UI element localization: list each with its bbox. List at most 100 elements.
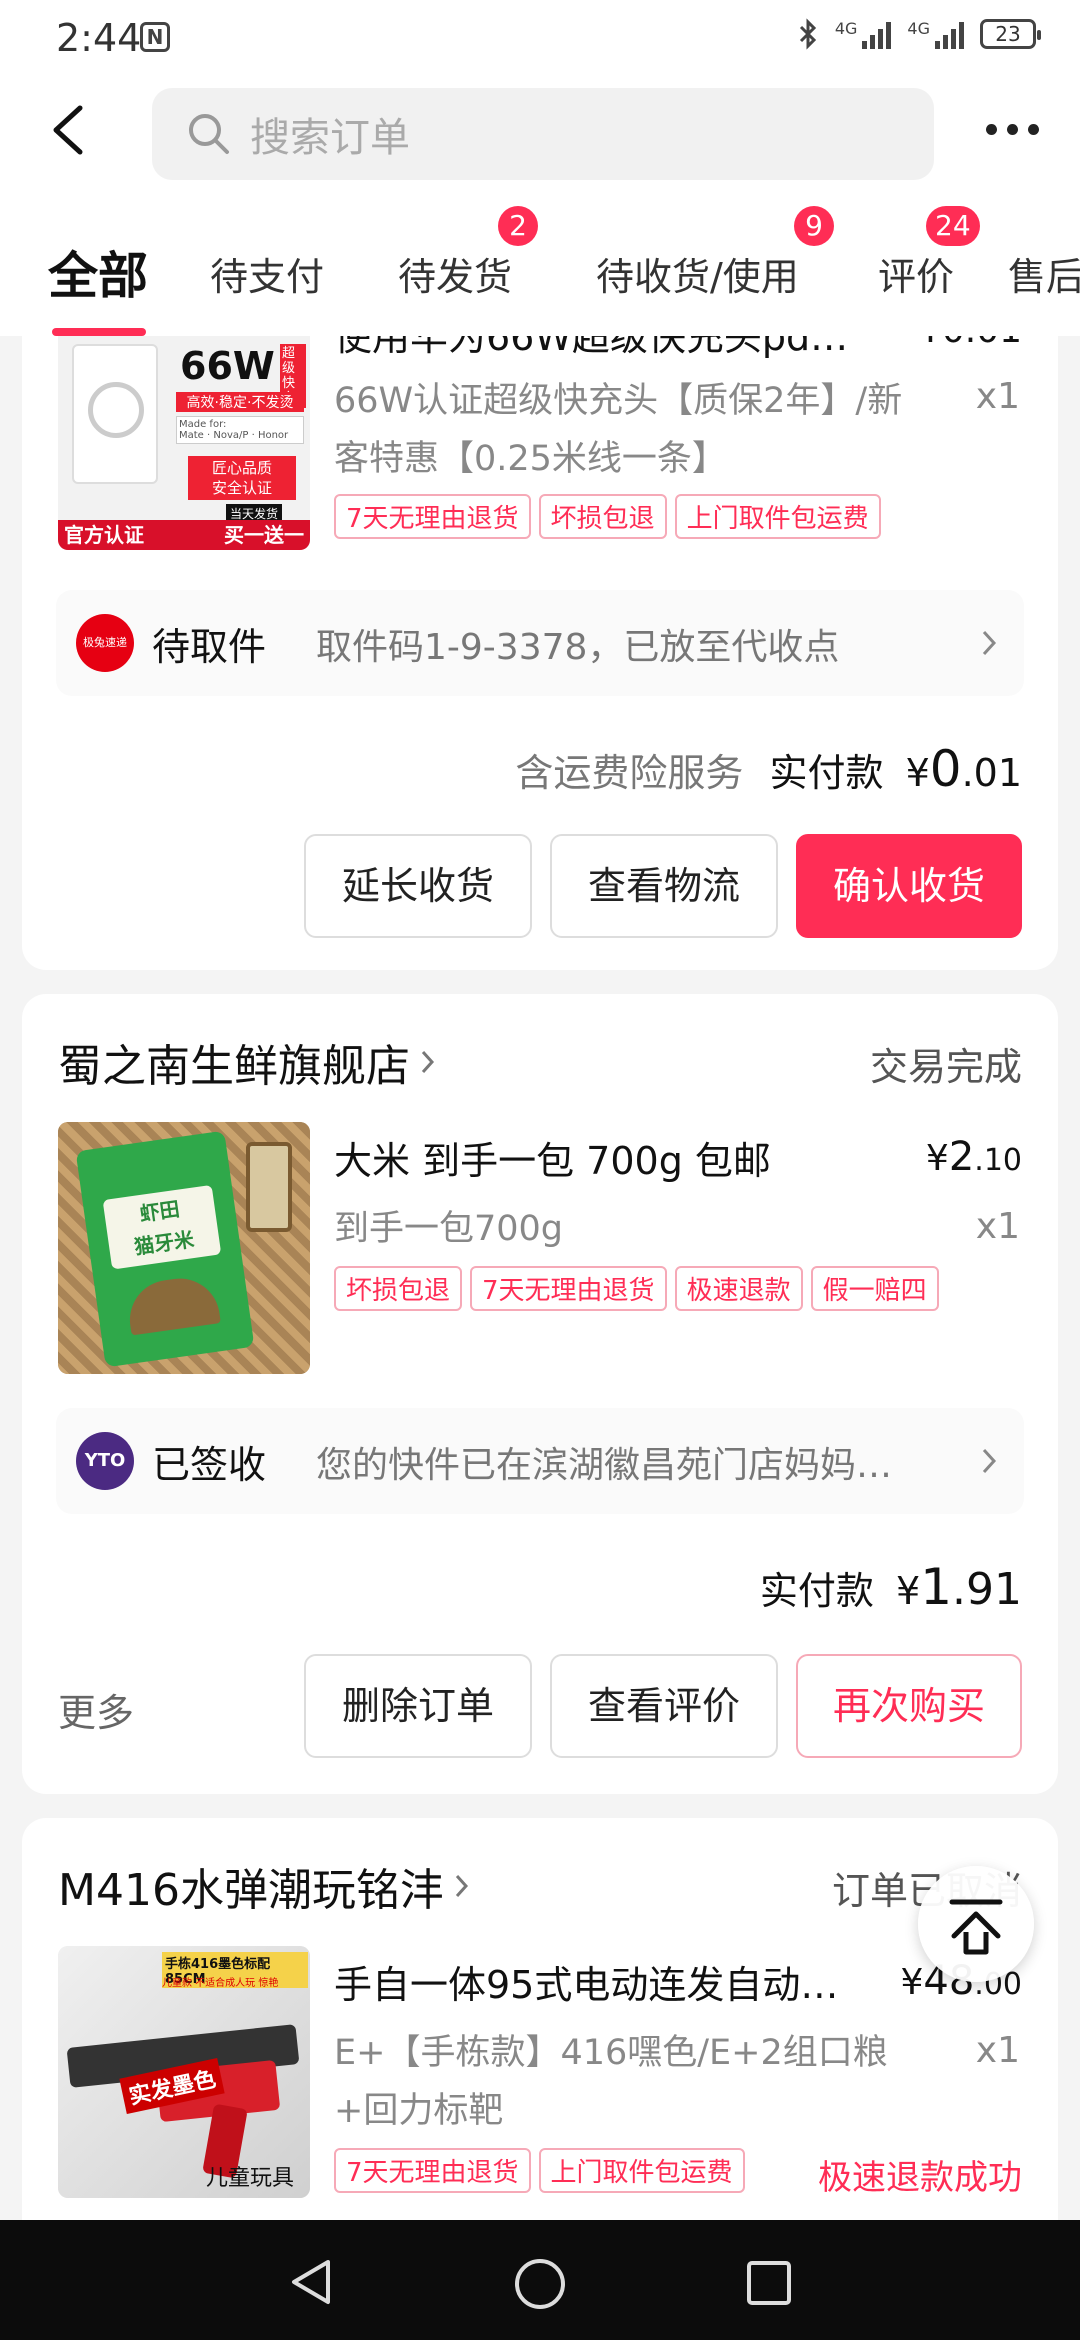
hourglass [246,1142,292,1232]
price-int: 2 [948,1134,975,1180]
charger-brands: Mate · Nova/P · Honor [179,430,289,441]
courier-logo-text: 极兔速递 [83,636,127,649]
paid-amount-int: 1 [920,1558,953,1616]
status-icons: 4G 4G 23 [797,18,1041,50]
system-nav-bar [0,2220,1080,2340]
back-arrow-icon[interactable] [42,100,102,160]
extend-receipt-button[interactable]: 延长收货 [304,834,532,938]
product-title[interactable]: 使用华为66W超级快充头pd… [334,336,854,361]
service-tag: 7天无理由退货 [334,494,531,539]
service-tags: 坏损包退 7天无理由退货 极速退款 假一赔四 [334,1266,939,1311]
order-card-toy: M416水弹潮玩铭沣 订单已取消 手栋416墨色标配 85CM 儿童款 不适合成… [22,1818,1058,2220]
paid-label: 实付款 [769,751,884,795]
charger-cert: 官方认证 [64,523,144,547]
product-image-toy[interactable]: 手栋416墨色标配 85CM 儿童款 不适合成人玩 惊艳 实发墨色 儿童玩具 [58,1946,310,2198]
tab-all[interactable]: 全部 [48,236,148,308]
logistics-row[interactable]: YTO 已签收 您的快件已在滨湖徽昌苑门店妈妈… [56,1408,1024,1514]
view-logistics-button[interactable]: 查看物流 [550,834,778,938]
service-tag: 假一赔四 [810,1266,939,1311]
product-qty: x1 [975,1206,1020,1247]
battery-icon: 23 [980,19,1041,49]
search-icon [189,114,229,154]
product-price: ¥2.10 [926,1134,1022,1180]
service-tag: 坏损包退 [538,494,667,539]
shop-name: 蜀之南生鲜旗舰店 [58,1041,410,1092]
search-input[interactable]: 搜索订单 [152,88,934,180]
more-button[interactable]: 更多 [58,1682,134,1737]
charger-watts: 66W [180,344,275,388]
signal-icon-1: 4G [835,19,892,49]
charger-made-label: Made for: [179,419,227,430]
active-tab-indicator [52,328,146,336]
back-to-top-button[interactable] [918,1866,1034,1982]
nav-home-icon[interactable] [512,2256,568,2312]
product-image-rice[interactable]: 虾田 猫牙米 [58,1122,310,1374]
signal-icon-2: 4G [907,19,964,49]
insurance-label: 含运费险服务 [515,751,744,795]
paid-label: 实付款 [759,1569,874,1613]
service-tag: 坏损包退 [334,1266,463,1311]
courier-logo: 极兔速递 [76,614,134,672]
tab-badge-shipment: 2 [498,206,538,246]
charger-line1: 高效·稳定·不发烫 [176,392,304,412]
delete-order-button[interactable]: 删除订单 [304,1654,532,1758]
charger-quality-1: 匠心品质 [211,459,272,477]
product-spec: 到手一包700g [334,1209,564,1249]
product-qty: x1 [975,2030,1020,2071]
charger-quality-2: 安全认证 [211,479,272,497]
confirm-receipt-button[interactable]: 确认收货 [796,834,1022,938]
product-title[interactable]: 手自一体95式电动连发自动… [334,1954,864,2009]
price-dec: .10 [974,1143,1022,1178]
product-spec: E+【手栋款】416嘿色/E+2组口粮+回力标靶 [334,2033,888,2131]
product-spec: 66W认证超级快充头【质保2年】/新客特惠【0.25米线一条】 [334,381,903,479]
logistics-row[interactable]: 极兔速递 待取件 取件码1-9-3378，已放至代收点 [56,590,1024,696]
tab-pending-shipment[interactable]: 待发货 [398,246,512,301]
nav-recents-icon[interactable] [744,2258,794,2308]
product-price: ¥0.01 [919,336,1022,351]
service-tag: 上门取件包运费 [538,2148,745,2193]
order-status: 交易完成 [869,1045,1022,1089]
chevron-right-icon [982,630,997,656]
toy-kids-label: 儿童玩具 [206,2166,295,2191]
logistics-status: 待取件 [152,625,267,669]
network-type-2: 4G [907,19,930,38]
charger-made-for: Made for: Mate · Nova/P · Honor [176,416,304,444]
buy-again-button[interactable]: 再次购买 [796,1654,1022,1758]
price-currency: ¥ [925,1138,949,1179]
tab-pending-receipt[interactable]: 待收货/使用 [596,246,799,301]
order-card-charger: 66W 超级快充 高效·稳定·不发烫 Made for: Mate · Nova… [22,336,1058,970]
more-menu-icon[interactable] [986,124,1039,135]
product-image-charger[interactable]: 66W 超级快充 高效·稳定·不发烫 Made for: Mate · Nova… [58,336,310,550]
product-title[interactable]: 大米 到手一包 700g 包邮 [334,1130,894,1185]
chevron-right-icon [982,1448,997,1474]
service-tag: 上门取件包运费 [674,494,881,539]
order-tabs: 全部 待支付 待发货 2 待收货/使用 9 评价 24 售后 [0,180,1080,336]
nav-back-icon[interactable] [286,2256,336,2308]
search-placeholder: 搜索订单 [250,115,410,161]
paid-amount-dec: .91 [952,1564,1022,1615]
service-tags: 7天无理由退货 上门取件包运费 [334,2148,745,2193]
paid-currency: ¥ [896,1569,921,1613]
logistics-desc: 您的快件已在滨湖徽昌苑门店妈妈… [316,1445,893,1486]
order-total: 实付款 ¥1.91 [760,1558,1022,1616]
chevron-right-icon [421,1050,435,1074]
tab-badge-reviews: 24 [926,206,980,246]
shop-link[interactable]: M416水弹潮玩铭沣 [58,1854,470,1918]
tab-reviews[interactable]: 评价 [878,246,954,301]
courier-logo: YTO [76,1432,134,1490]
tab-after-sales[interactable]: 售后 [1008,246,1080,301]
shop-link[interactable]: 蜀之南生鲜旗舰店 [58,1030,436,1094]
tab-badge-receipt: 9 [794,206,834,246]
view-review-button[interactable]: 查看评价 [550,1654,778,1758]
header: 搜索订单 [0,80,1080,180]
tab-pending-payment[interactable]: 待支付 [210,246,324,301]
charger-promo: 买一送一 [224,523,304,547]
logistics-status: 已签收 [152,1443,267,1487]
courier-logo-text: YTO [84,1450,126,1471]
service-tag: 极速退款 [674,1266,803,1311]
service-tag: 7天无理由退货 [470,1266,667,1311]
logistics-desc: 取件码1-9-3378，已放至代收点 [316,627,840,668]
service-tag: 7天无理由退货 [334,2148,531,2193]
order-card-rice: 蜀之南生鲜旗舰店 交易完成 虾田 猫牙米 大米 到手一包 700g 包邮 ¥2.… [22,994,1058,1794]
toy-warn-label: 儿童款 不适合成人玩 惊艳 [162,1978,279,1989]
